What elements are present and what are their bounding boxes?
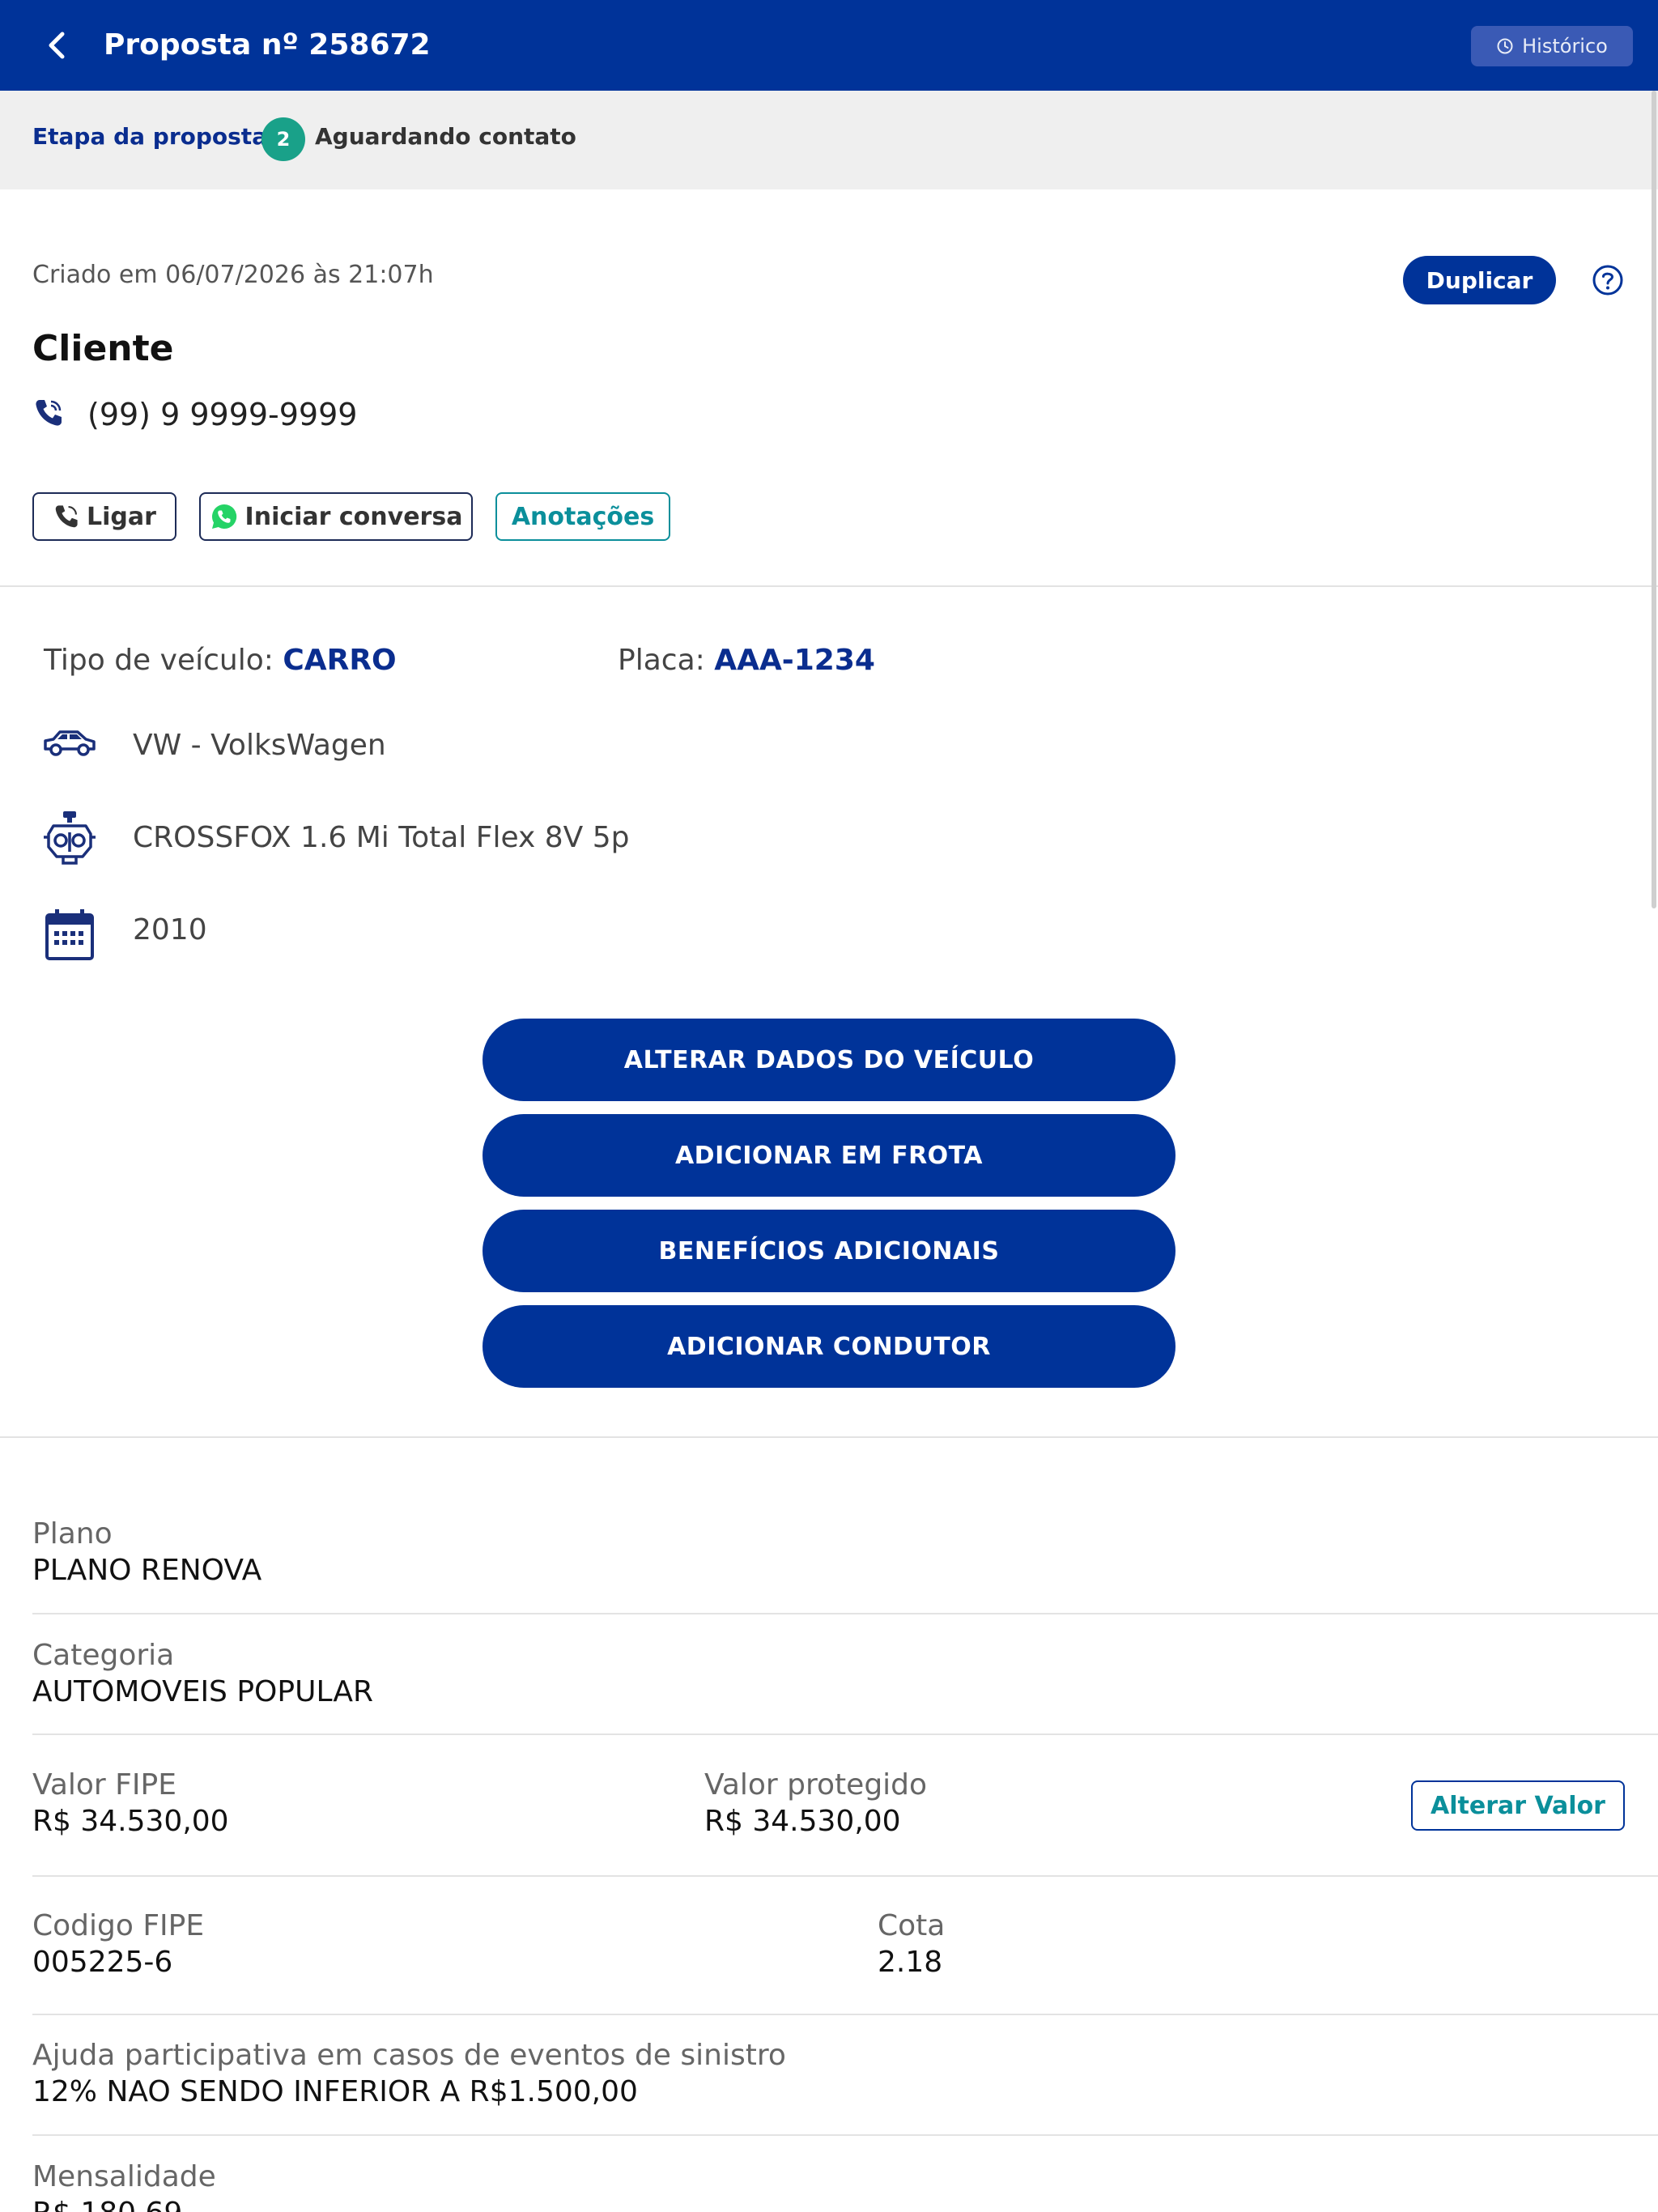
category-value: AUTOMOVEIS POPULAR — [32, 1675, 373, 1708]
call-label: Ligar — [87, 502, 156, 531]
clock-icon — [1497, 38, 1513, 54]
app-header: Proposta nº 258672 Histórico — [0, 0, 1658, 91]
plan-value: PLANO RENOVA — [32, 1554, 262, 1587]
start-chat-label: Iniciar conversa — [244, 502, 463, 531]
participative-help-label: Ajuda participativa em casos de eventos … — [32, 2039, 786, 2072]
protected-value-label: Valor protegido — [704, 1768, 928, 1802]
section-divider — [0, 1436, 1658, 1438]
back-button[interactable] — [36, 24, 78, 66]
client-title: Cliente — [32, 328, 174, 369]
add-driver-button[interactable]: ADICIONAR CONDUTOR — [483, 1305, 1175, 1388]
created-date: Criado em 06/07/2026 às 21:07h — [32, 261, 434, 289]
stage-status: Aguardando contato — [315, 123, 576, 150]
vehicle-model: CROSSFOX 1.6 Mi Total Flex 8V 5p — [133, 821, 630, 854]
quota-value: 2.18 — [878, 1946, 943, 1979]
protected-value: R$ 34.530,00 — [704, 1805, 901, 1838]
plan-label: Plano — [32, 1517, 113, 1551]
stage-step-badge: 2 — [261, 117, 305, 161]
row-divider — [32, 1733, 1658, 1735]
edit-vehicle-button[interactable]: ALTERAR DADOS DO VEÍCULO — [483, 1019, 1175, 1101]
category-label: Categoria — [32, 1639, 175, 1672]
vehicle-year: 2010 — [133, 913, 207, 946]
phone-icon — [36, 400, 62, 426]
history-label: Histórico — [1522, 35, 1608, 57]
fipe-code-value: 005225-6 — [32, 1946, 173, 1979]
add-fleet-button[interactable]: ADICIONAR EM FROTA — [483, 1114, 1175, 1197]
history-button[interactable]: Histórico — [1471, 26, 1633, 66]
quota-label: Cota — [878, 1909, 946, 1942]
participative-help-value: 12% NAO SENDO INFERIOR A R$1.500,00 — [32, 2075, 638, 2108]
whatsapp-icon — [211, 504, 236, 529]
car-icon — [44, 730, 96, 756]
row-divider — [32, 1875, 1658, 1877]
vehicle-brand: VW - VolksWagen — [133, 729, 386, 762]
engine-icon — [44, 811, 96, 865]
fipe-value: R$ 34.530,00 — [32, 1805, 229, 1838]
monthly-fee-label: Mensalidade — [32, 2160, 216, 2193]
row-divider — [32, 2134, 1658, 2136]
fipe-code-label: Codigo FIPE — [32, 1909, 205, 1942]
vehicle-type-label: Tipo de veículo: — [44, 644, 274, 677]
phone-call-icon — [55, 505, 78, 528]
scrollbar[interactable] — [1652, 91, 1656, 908]
client-phone: (99) 9 9999-9999 — [87, 397, 358, 432]
vehicle-type: Tipo de veículo: CARRO — [44, 644, 397, 677]
vehicle-type-value: CARRO — [283, 644, 397, 677]
calendar-icon — [45, 909, 94, 960]
additional-benefits-button[interactable]: BENEFÍCIOS ADICIONAIS — [483, 1210, 1175, 1292]
row-divider — [32, 1613, 1658, 1614]
row-divider — [32, 2014, 1658, 2015]
vehicle-plate-label: Placa: — [618, 644, 705, 677]
fipe-value-label: Valor FIPE — [32, 1768, 176, 1802]
vehicle-plate-value: AAA-1234 — [714, 644, 875, 677]
monthly-fee-value: R$ 180,69 — [32, 2197, 182, 2212]
notes-button[interactable]: Anotações — [495, 492, 670, 541]
section-divider — [0, 585, 1658, 587]
duplicate-button[interactable]: Duplicar — [1403, 256, 1556, 304]
stage-label: Etapa da proposta: — [32, 123, 277, 150]
call-button[interactable]: Ligar — [32, 492, 176, 541]
vehicle-plate: Placa: AAA-1234 — [618, 644, 875, 677]
chevron-left-icon — [49, 32, 65, 59]
page-title: Proposta nº 258672 — [104, 28, 431, 62]
alter-value-button[interactable]: Alterar Valor — [1411, 1780, 1625, 1831]
help-circle-icon[interactable] — [1592, 264, 1624, 296]
start-chat-button[interactable]: Iniciar conversa — [199, 492, 473, 541]
